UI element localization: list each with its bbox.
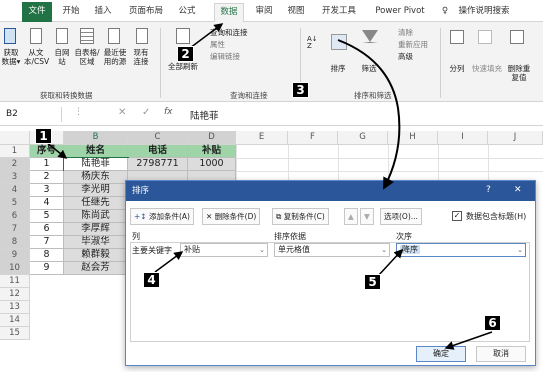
callout-4: 4 — [143, 272, 160, 288]
annotation-arrows — [45, 23, 493, 350]
callout-3: 3 — [292, 82, 309, 98]
arrow-2 — [189, 23, 224, 49]
arrow-6 — [444, 331, 493, 350]
arrow-3 — [337, 39, 401, 190]
callout-6: 6 — [484, 315, 501, 331]
callout-2: 2 — [177, 46, 194, 62]
callout-1: 1 — [35, 128, 52, 144]
arrow-4 — [154, 251, 184, 273]
arrow-1 — [45, 141, 68, 159]
callout-5: 5 — [364, 274, 381, 290]
arrow-5 — [377, 248, 404, 277]
